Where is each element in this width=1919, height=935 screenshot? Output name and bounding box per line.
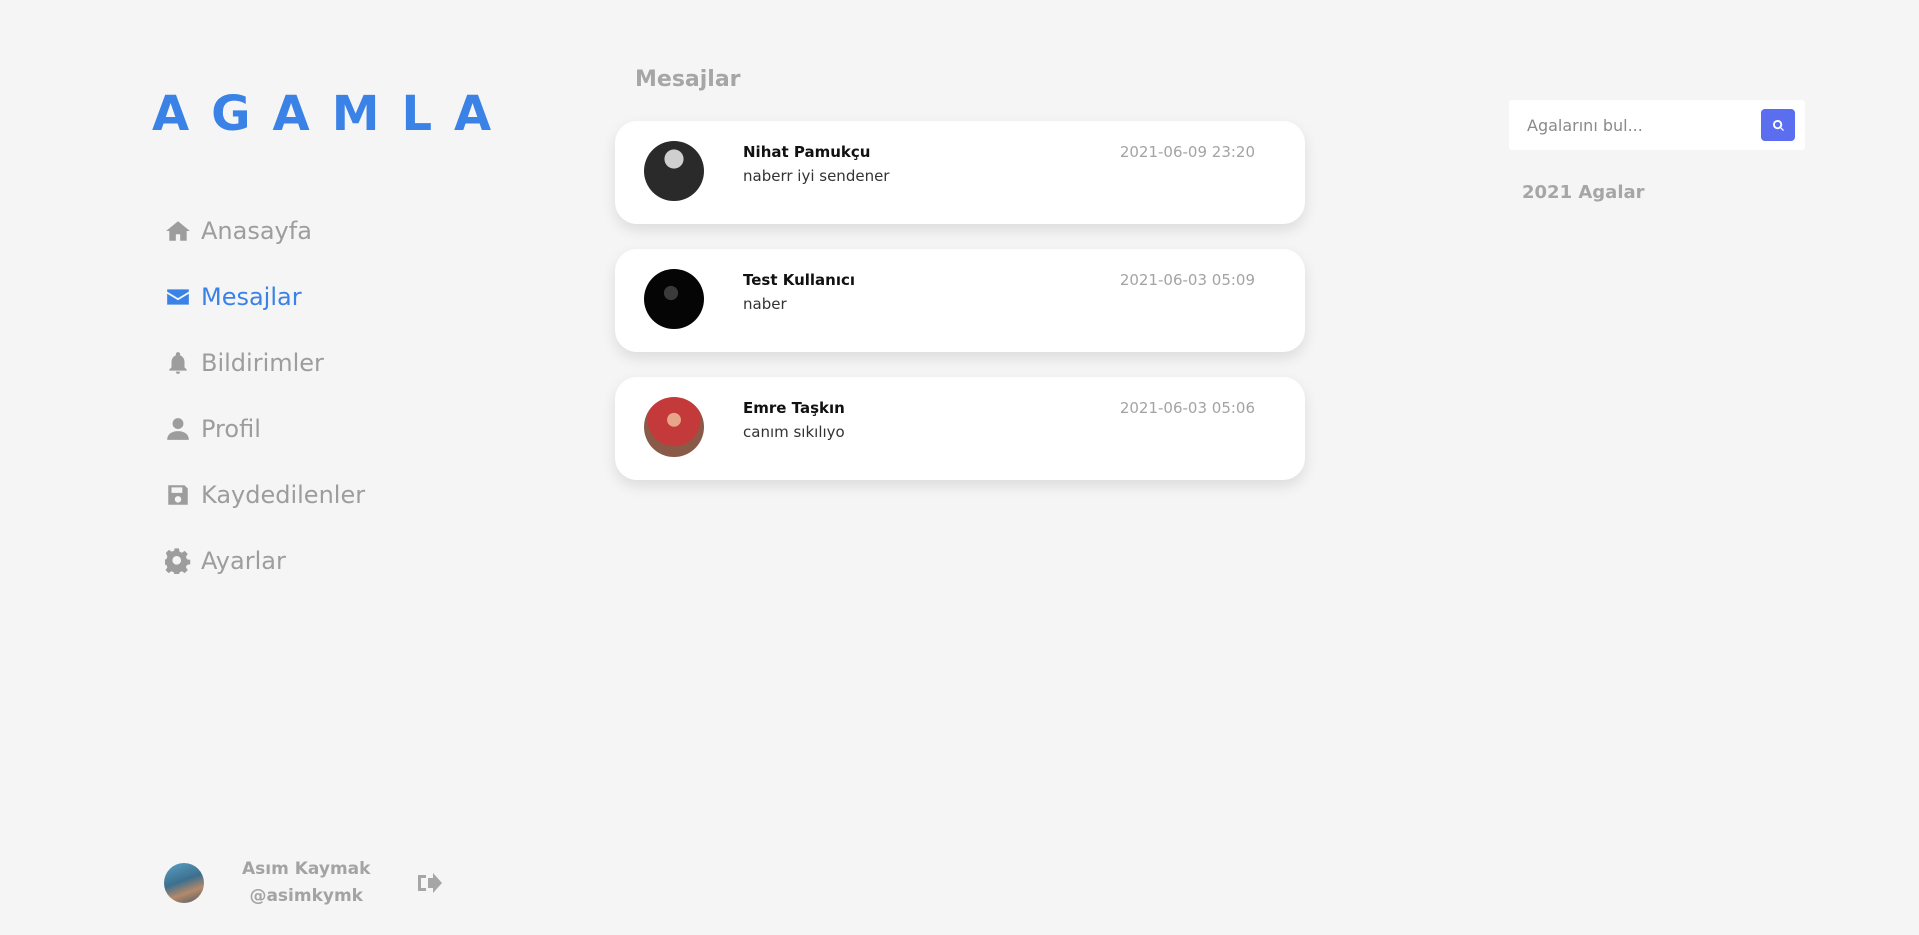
sidebar-item-bildirimler[interactable]: Bildirimler — [165, 330, 365, 396]
sidebar-item-anasayfa[interactable]: Anasayfa — [165, 198, 365, 264]
message-item[interactable]: Nihat Pamukçu naberr iyi sendener 2021-0… — [615, 121, 1305, 224]
home-icon — [165, 218, 191, 244]
sidebar-item-kaydedilenler[interactable]: Kaydedilenler — [165, 462, 365, 528]
logout-icon[interactable] — [416, 872, 443, 894]
message-list: Nihat Pamukçu naberr iyi sendener 2021-0… — [615, 121, 1305, 505]
sidebar-item-label: Anasayfa — [201, 217, 312, 245]
sidebar-item-label: Kaydedilenler — [201, 481, 366, 509]
sidebar-item-label: Mesajlar — [201, 283, 302, 311]
user-handle: @asimkymk — [249, 886, 363, 906]
message-timestamp: 2021-06-03 05:09 — [1119, 271, 1255, 289]
user-name: Asım Kaymak — [242, 859, 371, 879]
avatar — [644, 397, 704, 457]
search-icon — [1772, 119, 1784, 131]
message-timestamp: 2021-06-03 05:06 — [1119, 399, 1255, 417]
current-user: Asım Kaymak @asimkymk — [164, 856, 443, 910]
sidebar-item-mesajlar[interactable]: Mesajlar — [165, 264, 365, 330]
sidebar-nav: Anasayfa Mesajlar Bildirimler Profil Kay… — [165, 198, 365, 594]
message-timestamp: 2021-06-09 23:20 — [1119, 143, 1255, 161]
sidebar-item-label: Bildirimler — [201, 349, 324, 377]
app-logo[interactable]: AGAMLA — [152, 86, 513, 142]
message-item[interactable]: Emre Taşkın canım sıkılıyo 2021-06-03 05… — [615, 377, 1305, 480]
bell-icon — [165, 350, 191, 376]
user-names: Asım Kaymak @asimkymk — [242, 856, 370, 910]
sidebar-item-label: Ayarlar — [201, 547, 286, 575]
save-icon — [165, 482, 191, 508]
gear-icon — [165, 548, 191, 574]
message-sender: Test Kullanıcı — [743, 271, 856, 289]
message-sender: Nihat Pamukçu — [743, 143, 871, 161]
avatar[interactable] — [164, 863, 204, 903]
search-input[interactable] — [1509, 100, 1749, 150]
section-title: 2021 Agalar — [1522, 182, 1645, 203]
envelope-icon — [165, 284, 191, 310]
sidebar-item-ayarlar[interactable]: Ayarlar — [165, 528, 365, 594]
search-box — [1509, 100, 1805, 150]
avatar — [644, 269, 704, 329]
page-title: Mesajlar — [635, 67, 741, 92]
sidebar-item-profil[interactable]: Profil — [165, 396, 365, 462]
message-item[interactable]: Test Kullanıcı naber 2021-06-03 05:09 — [615, 249, 1305, 352]
user-icon — [165, 416, 191, 442]
message-preview: naber — [743, 295, 787, 313]
message-preview: canım sıkılıyo — [743, 423, 845, 441]
avatar — [644, 141, 704, 201]
message-preview: naberr iyi sendener — [743, 167, 890, 185]
sidebar-item-label: Profil — [201, 415, 261, 443]
search-button[interactable] — [1761, 109, 1795, 141]
message-sender: Emre Taşkın — [743, 399, 845, 417]
